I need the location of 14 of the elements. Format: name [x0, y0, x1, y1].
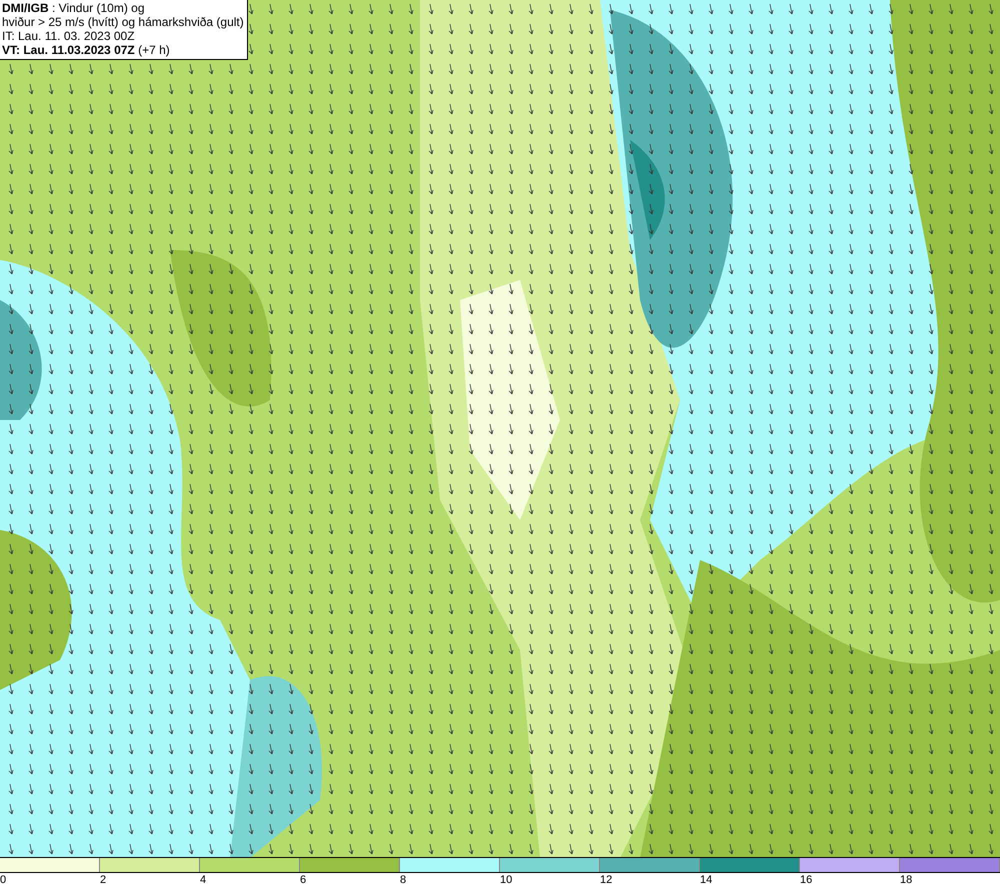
legend-label: 6 [300, 873, 306, 887]
legend-label: 0 [0, 873, 6, 887]
legend-label: 8 [400, 873, 406, 887]
legend-label: 2 [100, 873, 106, 887]
info-text: hviður > 25 m/s (hvítt) og hámarkshviða (gult) [2, 15, 244, 29]
info-text: VT: Lau. 11.03.2023 07Z (+7 h) [2, 43, 171, 57]
info-text: IT: Lau. 11. 03. 2023 00Z [2, 29, 136, 43]
info-text: DMI/IGB : Vindur (10m) og [2, 1, 146, 15]
legend-label: 14 [700, 873, 712, 887]
legend-label: 12 [600, 873, 612, 887]
legend-label: 10 [500, 873, 512, 887]
legend-label: 16 [800, 873, 812, 887]
legend-label: 18 [900, 873, 912, 887]
legend-label: 4 [200, 873, 206, 887]
